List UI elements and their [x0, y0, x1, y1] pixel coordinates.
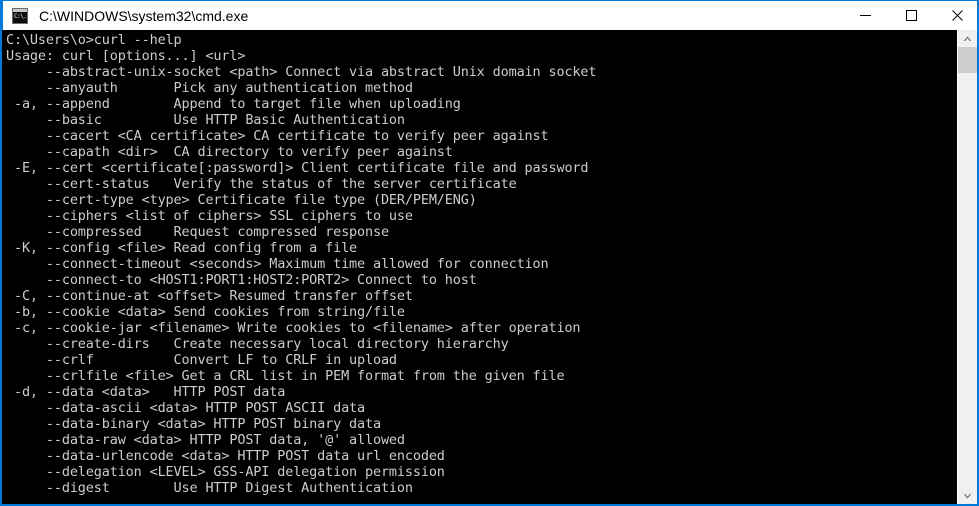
console-line: --crlfile <file> Get a CRL list in PEM f… — [6, 368, 565, 384]
console-line: --crlf Convert LF to CRLF in upload — [6, 352, 397, 368]
console-text: C:\Users\o>curl --help Usage: curl [optio… — [2, 30, 957, 496]
minimize-icon — [859, 10, 871, 21]
console-line: --compressed Request compressed response — [6, 224, 389, 240]
console-line: --cert-type <type> Certificate file type… — [6, 192, 477, 208]
vertical-scrollbar[interactable] — [957, 30, 977, 504]
console-line: --digest Use HTTP Digest Authentication — [6, 480, 413, 496]
minimize-button[interactable] — [842, 1, 888, 30]
console-line: --data-ascii <data> HTTP POST ASCII data — [6, 400, 365, 416]
console-line: --delegation <LEVEL> GSS-API delegation … — [6, 464, 445, 480]
console-line: -c, --cookie-jar <filename> Write cookie… — [6, 320, 581, 336]
console-line: --connect-to <HOST1:PORT1:HOST2:PORT2> C… — [6, 272, 477, 288]
console-line: -a, --append Append to target file when … — [6, 96, 461, 112]
maximize-button[interactable] — [888, 1, 934, 30]
scrollbar-thumb[interactable] — [958, 47, 977, 73]
cmd-icon: C:\. — [12, 7, 28, 24]
maximize-icon — [905, 10, 917, 21]
console-line: --anyauth Pick any authentication method — [6, 80, 413, 96]
console-line: --create-dirs Create necessary local dir… — [6, 336, 509, 352]
console-line: Usage: curl [options...] <url> — [6, 48, 246, 64]
scrollbar-up-button[interactable] — [958, 30, 977, 47]
scrollbar-down-button[interactable] — [958, 487, 977, 504]
console-line: C:\Users\o>curl --help — [6, 32, 182, 48]
chevron-up-icon — [963, 36, 972, 42]
console-line: --connect-timeout <seconds> Maximum time… — [6, 256, 549, 272]
console-line: --ciphers <list of ciphers> SSL ciphers … — [6, 208, 413, 224]
console-line: -C, --continue-at <offset> Resumed trans… — [6, 288, 413, 304]
console-line: --cert-status Verify the status of the s… — [6, 176, 517, 192]
chevron-down-icon — [963, 493, 972, 499]
console-line: --data-raw <data> HTTP POST data, '@' al… — [6, 432, 405, 448]
console-line: -K, --config <file> Read config from a f… — [6, 240, 358, 256]
title-bar[interactable]: C:\. C:\WINDOWS\system32\cmd.exe — [2, 0, 977, 30]
cmd-icon-screen: C:\. — [13, 11, 27, 23]
console-line: -d, --data <data> HTTP POST data — [6, 384, 286, 400]
console-line: --capath <dir> CA directory to verify pe… — [6, 144, 453, 160]
console-line: --abstract-unix-socket <path> Connect vi… — [6, 64, 597, 80]
close-button[interactable] — [934, 1, 977, 30]
console-line: -b, --cookie <data> Send cookies from st… — [6, 304, 405, 320]
console-output-area[interactable]: C:\Users\o>curl --help Usage: curl [optio… — [2, 30, 957, 504]
console-line: --basic Use HTTP Basic Authentication — [6, 112, 405, 128]
cmd-window: C:\Users\o>curl --help Usage: curl [optio… — [0, 0, 979, 506]
console-line: -E, --cert <certificate[:password]> Clie… — [6, 160, 589, 176]
console-line: --data-binary <data> HTTP POST binary da… — [6, 416, 381, 432]
scrollbar-track[interactable] — [958, 47, 977, 487]
console-line: --cacert <CA certificate> CA certificate… — [6, 128, 549, 144]
close-icon — [951, 10, 963, 21]
window-title: C:\WINDOWS\system32\cmd.exe — [39, 7, 249, 24]
console-line: --data-urlencode <data> HTTP POST data u… — [6, 448, 445, 464]
